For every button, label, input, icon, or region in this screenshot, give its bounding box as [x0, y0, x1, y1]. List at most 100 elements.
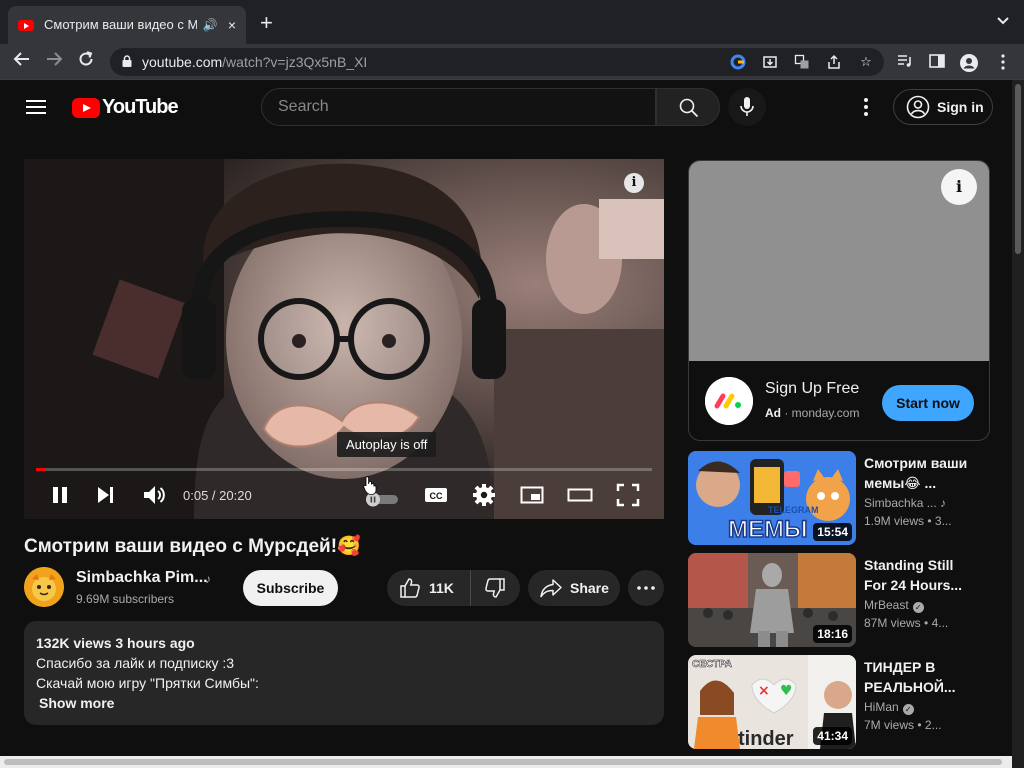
sign-in-label: Sign in — [937, 99, 984, 115]
youtube-play-logo-icon — [72, 97, 100, 118]
bookmark-star-icon[interactable]: ☆ — [858, 54, 874, 70]
recommended-title[interactable]: Standing Still For 24 Hours... — [864, 555, 974, 595]
vertical-scrollbar[interactable] — [1012, 80, 1024, 768]
install-app-icon[interactable] — [762, 54, 778, 70]
recommended-title[interactable]: Смотрим ваши мемы😂 ... — [864, 453, 974, 493]
description-box[interactable]: 132K views 3 hours ago Спасибо за лайк и… — [24, 621, 664, 725]
tab-title: Смотрим ваши видео с Мурсдей!🥰 — [44, 17, 197, 32]
pause-icon[interactable] — [50, 483, 70, 507]
horizontal-scroll-thumb[interactable] — [4, 759, 1002, 765]
svg-text:×: × — [758, 683, 770, 699]
side-panel-icon[interactable] — [928, 54, 946, 72]
thumbs-up-icon — [400, 578, 420, 598]
lock-icon[interactable] — [122, 55, 132, 67]
show-more-button[interactable]: Show more — [36, 693, 652, 713]
hamburger-menu-icon[interactable] — [26, 100, 46, 114]
horizontal-scrollbar[interactable] — [0, 756, 1012, 768]
volume-icon[interactable] — [142, 483, 166, 507]
back-arrow-icon[interactable] — [10, 50, 34, 74]
video-thumbnail[interactable]: 18:16 — [688, 553, 856, 647]
view-count-date: 132K views 3 hours ago — [36, 635, 195, 651]
recommended-channel[interactable]: MrBeast ✓ — [864, 598, 924, 613]
description-line-1: Спасибо за лайк и подписку :3 — [36, 655, 235, 671]
share-button[interactable]: Share — [528, 570, 620, 606]
share-label: Share — [570, 580, 609, 596]
new-tab-button[interactable]: + — [260, 12, 273, 34]
account-icon — [906, 95, 930, 119]
speaker-icon[interactable]: 🔊 — [203, 18, 218, 32]
music-note-icon: ♪ — [940, 496, 947, 510]
player-controls: 0:05 / 20:20 CC — [24, 477, 664, 513]
info-icon[interactable]: i — [624, 173, 644, 193]
video-player[interactable]: i Autoplay is off 0:05 / 20:20 CC — [24, 159, 664, 519]
video-frame — [24, 159, 664, 519]
profile-icon[interactable] — [960, 54, 978, 72]
recommended-views: 1.9M views • 3... — [864, 514, 952, 528]
settings-gear-icon[interactable] — [472, 483, 496, 507]
description-line-2: Скачай мою игру "Прятки Симбы": — [36, 675, 259, 691]
video-duration: 41:34 — [813, 727, 852, 745]
search-input[interactable]: Search — [261, 88, 656, 126]
microphone-icon — [740, 97, 754, 116]
google-lens-icon[interactable] — [730, 54, 746, 70]
more-horizontal-icon — [637, 586, 655, 590]
url-text[interactable]: youtube.com/watch?v=jz3Qx5nB_XI — [142, 54, 367, 70]
subscribe-button[interactable]: Subscribe — [243, 570, 338, 606]
reload-icon[interactable] — [74, 50, 98, 74]
share-arrow-icon — [540, 579, 562, 598]
like-button[interactable]: 11K — [387, 570, 471, 606]
theater-mode-icon[interactable] — [567, 483, 593, 507]
channel-avatar[interactable] — [24, 567, 64, 607]
thumb-sister-text: СЕСТРА — [692, 659, 732, 670]
recommended-video[interactable]: × ♥ СЕСТРА tinder 41:34 ТИНДЕР В РЕАЛЬНО… — [688, 655, 988, 749]
ad-title[interactable]: Sign Up Free — [765, 380, 859, 398]
captions-icon[interactable]: CC — [424, 483, 448, 507]
chevron-down-icon[interactable] — [996, 14, 1010, 29]
ad-separator: · — [781, 406, 792, 420]
like-count: 11K — [429, 580, 454, 596]
sign-in-button[interactable]: Sign in — [893, 89, 993, 125]
address-bar[interactable]: youtube.com/watch?v=jz3Qx5nB_XI ☆ — [110, 48, 884, 76]
browser-tabstrip: Смотрим ваши видео с Мурсдей!🥰 🔊 × + — [0, 0, 1024, 44]
progress-bar[interactable] — [36, 468, 652, 471]
recommended-video[interactable]: 18:16 Standing Still For 24 Hours... MrB… — [688, 553, 988, 647]
recommended-video[interactable]: TELEGRAM МЕМЫ 15:54 Смотрим ваши мемы😂 .… — [688, 451, 988, 545]
ad-start-now-button[interactable]: Start now — [882, 385, 974, 421]
video-thumbnail[interactable]: TELEGRAM МЕМЫ 15:54 — [688, 451, 856, 545]
ad-advertiser-logo[interactable] — [705, 377, 753, 425]
forward-arrow-icon[interactable] — [42, 50, 66, 74]
ad-info-icon[interactable]: i — [941, 169, 977, 205]
translate-icon[interactable] — [794, 54, 810, 70]
settings-kebab-icon[interactable] — [858, 96, 874, 120]
video-thumbnail[interactable]: × ♥ СЕСТРА tinder 41:34 — [688, 655, 856, 749]
channel-name[interactable]: Simbachka Pim... — [76, 569, 208, 587]
thumb-memes-text: МЕМЫ — [728, 516, 808, 543]
video-duration: 18:16 — [813, 625, 852, 643]
browser-tab[interactable]: Смотрим ваши видео с Мурсдей!🥰 🔊 × — [8, 6, 246, 44]
vertical-scroll-thumb[interactable] — [1015, 84, 1021, 254]
recommended-title[interactable]: ТИНДЕР В РЕАЛЬНОЙ... — [864, 657, 974, 697]
ad-subtitle: Ad · monday.com — [765, 406, 859, 420]
pointer-cursor-icon — [363, 476, 377, 495]
browser-menu-icon[interactable] — [994, 54, 1012, 72]
fullscreen-icon[interactable] — [616, 483, 640, 507]
ad-card[interactable]: i Sign Up Free Ad · monday.com Start now — [688, 160, 990, 441]
voice-search-button[interactable] — [728, 88, 766, 126]
youtube-header: YouTube Search Sign in — [0, 80, 1012, 136]
next-video-icon[interactable] — [96, 483, 116, 507]
share-page-icon[interactable] — [826, 54, 842, 70]
recommended-views: 7M views • 2... — [864, 718, 942, 732]
search-button[interactable] — [656, 88, 720, 126]
youtube-logo[interactable]: YouTube — [72, 96, 179, 119]
recommended-channel[interactable]: Simbachka ... ♪ — [864, 496, 946, 510]
tab-close-icon[interactable]: × — [228, 17, 236, 33]
ad-badge: Ad — [765, 406, 781, 420]
svg-text:CC: CC — [430, 491, 443, 501]
miniplayer-icon[interactable] — [520, 483, 544, 507]
dislike-button[interactable] — [471, 570, 519, 606]
media-queue-icon[interactable] — [896, 54, 914, 72]
more-actions-button[interactable] — [628, 570, 664, 606]
browser-toolbar: youtube.com/watch?v=jz3Qx5nB_XI ☆ — [0, 44, 1024, 80]
verified-badge-icon: ✓ — [912, 602, 924, 613]
recommended-channel[interactable]: HiMan ✓ — [864, 700, 914, 715]
